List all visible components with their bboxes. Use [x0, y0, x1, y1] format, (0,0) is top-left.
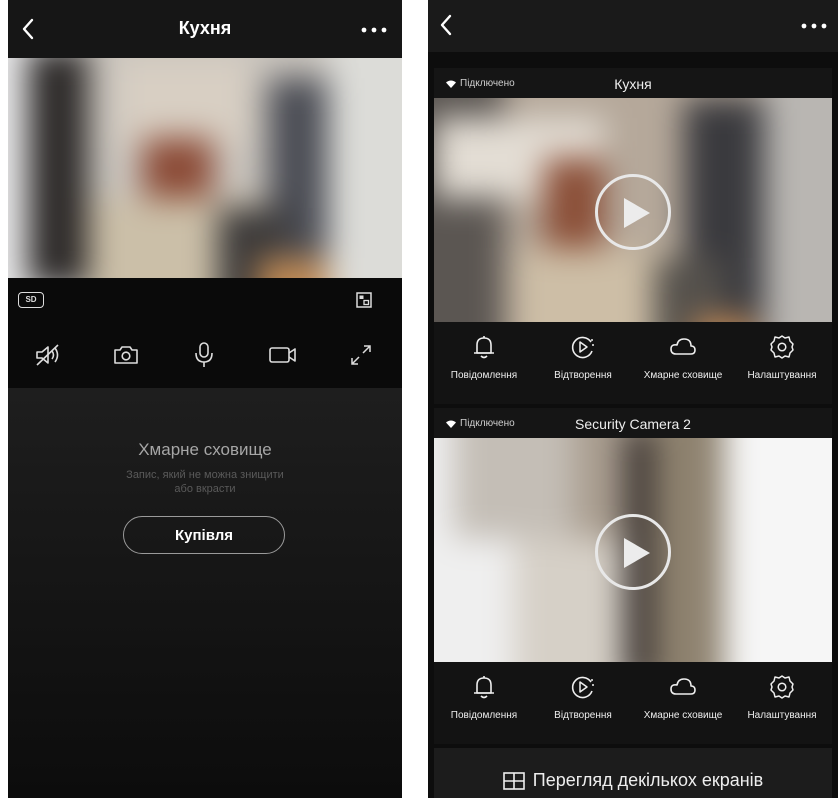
cloud-storage-action[interactable]: Хмарне сховище — [633, 322, 733, 404]
cloud-icon — [669, 334, 697, 360]
camera-actions: Повідомлення Відтворення Хмарне сховище … — [434, 322, 832, 404]
back-icon[interactable] — [434, 12, 460, 38]
multi-view-label: Перегляд декількох екранів — [532, 770, 764, 790]
multi-view-content: Перегляд декількох екранів — [434, 770, 832, 791]
top-bar: Кухня — [8, 0, 402, 58]
cloud-storage-title: Хмарне сховище — [138, 440, 272, 459]
camera-actions: Повідомлення Відтворення Хмарне сховище … — [434, 662, 832, 744]
playback-action[interactable]: Відтворення — [533, 662, 633, 744]
bell-icon — [470, 674, 498, 700]
grid-icon — [502, 771, 525, 790]
record-icon[interactable] — [266, 340, 300, 370]
page-title: Кухня — [178, 18, 232, 38]
playback-icon — [569, 674, 597, 700]
purchase-button[interactable]: Купівля — [123, 516, 285, 554]
playback-icon — [569, 334, 597, 360]
more-options-icon[interactable] — [360, 26, 388, 34]
action-label: Хмарне сховище — [643, 710, 723, 721]
picture-in-picture-icon[interactable] — [356, 292, 372, 308]
action-label: Повідомлення — [450, 710, 518, 721]
multi-view-button[interactable]: Перегляд декількох екранів — [434, 748, 832, 798]
cloud-storage-action[interactable]: Хмарне сховище — [633, 662, 733, 744]
play-button[interactable] — [595, 174, 671, 250]
camera-list-screen: Підключено Кухня Повідомлення Відтворенн… — [428, 0, 838, 798]
cloud-icon — [669, 674, 697, 700]
camera-name: Security Camera 2 — [575, 416, 691, 432]
fullscreen-icon[interactable] — [344, 340, 378, 370]
more-options-icon[interactable] — [800, 22, 828, 30]
microphone-icon[interactable] — [187, 340, 221, 370]
snapshot-icon[interactable] — [109, 340, 143, 370]
live-video-feed[interactable] — [8, 58, 402, 278]
mute-icon[interactable] — [32, 340, 66, 370]
notifications-action[interactable]: Повідомлення — [434, 662, 534, 744]
gear-icon — [768, 674, 796, 700]
cloud-subtitle-line-1: Запис, який не можна знищити — [126, 469, 284, 481]
camera-card: Підключено Кухня Повідомлення Відтворенн… — [434, 68, 832, 404]
settings-action[interactable]: Налаштування — [732, 322, 832, 404]
camera-name: Кухня — [614, 76, 652, 92]
camera-card-header: Підключено Security Camera 2 — [434, 408, 832, 438]
gear-icon — [768, 334, 796, 360]
action-label: Налаштування — [747, 370, 817, 381]
action-label: Налаштування — [747, 710, 817, 721]
settings-action[interactable]: Налаштування — [732, 662, 832, 744]
action-label: Відтворення — [554, 710, 612, 721]
camera-card: Підключено Security Camera 2 Повідомленн… — [434, 408, 832, 744]
camera-card-header: Підключено Кухня — [434, 68, 832, 98]
notifications-action[interactable]: Повідомлення — [434, 322, 534, 404]
top-bar — [428, 0, 838, 52]
quality-badge[interactable]: SD — [18, 292, 44, 308]
action-label: Повідомлення — [450, 370, 518, 381]
bell-icon — [470, 334, 498, 360]
player-toolbar — [8, 278, 402, 388]
action-label: Хмарне сховище — [643, 370, 723, 381]
cloud-storage-subtitle: Запис, який не можна знищити або вкрасти — [98, 468, 312, 496]
playback-action[interactable]: Відтворення — [533, 322, 633, 404]
camera-live-screen: Кухня SD Хмарне сховище Запис, який не м… — [8, 0, 402, 798]
action-label: Відтворення — [554, 370, 612, 381]
play-button[interactable] — [595, 514, 671, 590]
cloud-subtitle-line-2: або вкрасти — [174, 483, 236, 495]
